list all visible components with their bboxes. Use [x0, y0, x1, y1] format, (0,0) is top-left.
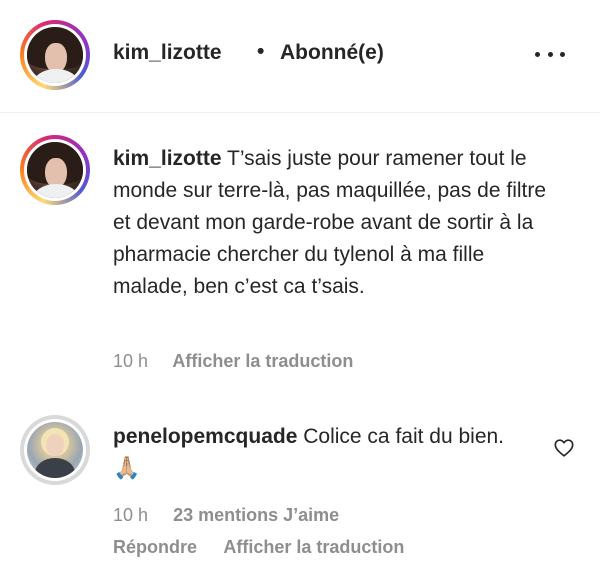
header-username[interactable]: kim_lizotte [113, 41, 222, 65]
praying-hands-emoji: 🙏🏼 [113, 456, 141, 482]
more-horizontal-icon[interactable] [535, 42, 565, 66]
header-avatar[interactable] [20, 20, 90, 90]
comment-text: Colice ca fait du bien. [303, 425, 505, 448]
profile-photo [27, 142, 83, 198]
comment-username[interactable]: penelopemcquade [113, 425, 297, 448]
profile-photo [27, 27, 83, 83]
comment-avatar[interactable] [20, 415, 90, 485]
follow-status-button[interactable]: Abonné(e) [280, 41, 384, 65]
post-header: kim_lizotte • Abonné(e) [0, 0, 600, 113]
comment-translate-link[interactable]: Afficher la traduction [223, 537, 404, 557]
caption-time: 10 h [113, 351, 149, 371]
profile-photo [27, 422, 83, 478]
caption-avatar[interactable] [20, 135, 90, 205]
comment-meta: 10 h 23 mentions J’aime [113, 505, 339, 526]
comment-time: 10 h [113, 505, 149, 525]
caption-text-block: kim_lizotte T’sais juste pour ramener to… [113, 143, 553, 303]
comment-text-block: penelopemcquade Colice ca fait du bien. … [113, 421, 533, 485]
caption-username[interactable]: kim_lizotte [113, 147, 222, 170]
comment-likes-link[interactable]: 23 mentions J’aime [173, 505, 339, 525]
caption-meta: 10 h Afficher la traduction [113, 351, 353, 372]
heart-outline-icon[interactable] [553, 437, 575, 459]
caption-translate-link[interactable]: Afficher la traduction [172, 351, 353, 371]
comment-actions: Répondre Afficher la traduction [113, 537, 404, 558]
reply-button[interactable]: Répondre [113, 537, 197, 557]
header-separator: • [257, 40, 265, 63]
